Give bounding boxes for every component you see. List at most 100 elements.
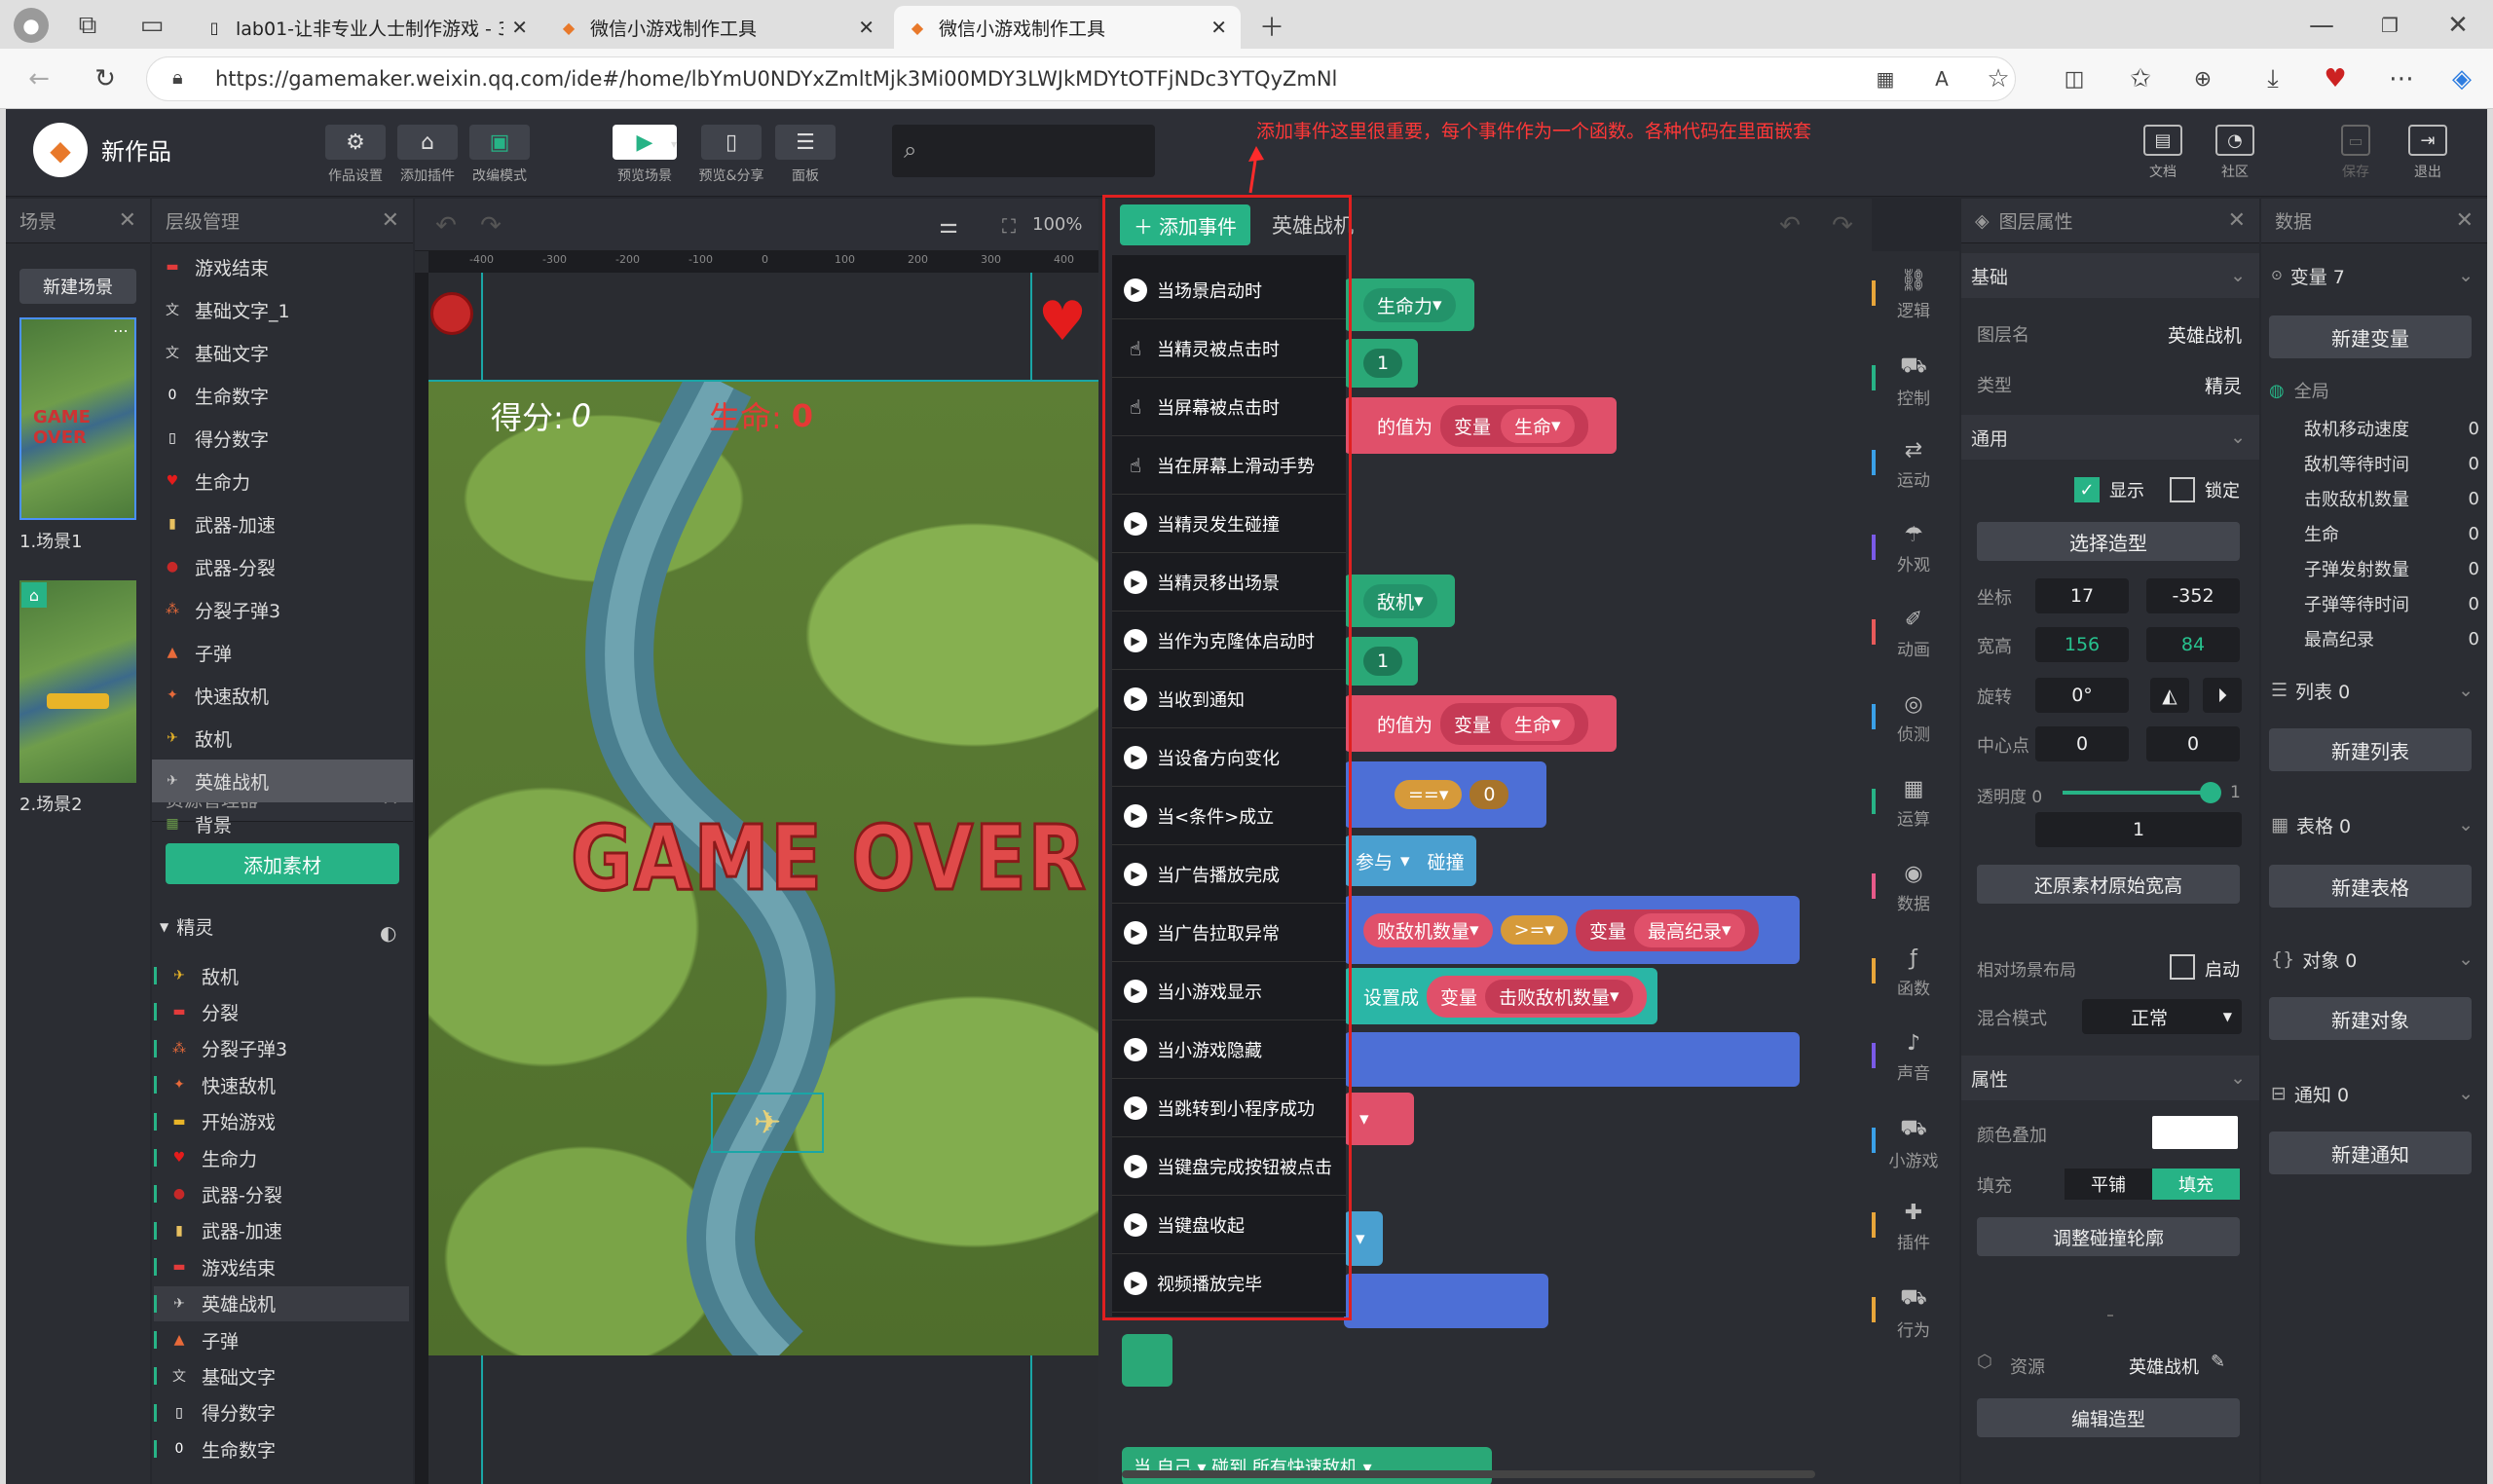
variable-row[interactable]: 敌机等待时间 0 [2304, 446, 2479, 481]
hierarchy-item[interactable]: ✈ 敌机 [160, 717, 232, 760]
flip-horizontal-icon[interactable]: ◭ [2150, 678, 2189, 713]
edit-pencil-icon[interactable]: ✎ [2211, 1352, 2225, 1372]
category-2[interactable]: ⇄ 运动 [1872, 438, 1955, 491]
new-table-button[interactable]: 新建表格 [2269, 865, 2472, 908]
adjust-icon[interactable]: ⚌ [931, 208, 966, 243]
redo-icon[interactable]: ↷ [1825, 208, 1860, 243]
more-icon[interactable]: ⋯ [2384, 62, 2419, 95]
window-close-icon[interactable]: ✕ [2438, 8, 2477, 43]
life-dropdown[interactable]: 生命 ▾ [1501, 408, 1575, 443]
block-collision[interactable]: 参与 ▾ 碰撞 [1344, 835, 1476, 886]
category-5[interactable]: ◎ 侦测 [1872, 692, 1955, 745]
hierarchy-item[interactable]: ♥ 生命力 [160, 460, 250, 502]
variable-row[interactable]: 最高纪录 0 [2304, 621, 2479, 656]
community-button[interactable]: ◔ 社区 [2203, 125, 2267, 181]
asset-item[interactable]: ✈ 英雄战机 [154, 1285, 409, 1321]
lock-checkbox[interactable] [2170, 477, 2195, 502]
event-menu-item[interactable]: ☝ 当在屏幕上滑动手势 [1112, 436, 1346, 495]
category-9[interactable]: ♪ 声音 [1872, 1031, 1955, 1084]
category-11[interactable]: ✚ 插件 [1872, 1201, 1955, 1253]
collision-outline-button[interactable]: 调整碰撞轮廓 [1977, 1217, 2240, 1256]
block-number-1[interactable]: 1 [1344, 339, 1418, 388]
event-menu-item[interactable]: ▶ 视频播放完毕 [1112, 1254, 1346, 1313]
block-empty-2[interactable] [1344, 1274, 1548, 1328]
fill-toggle[interactable]: 填充 [2152, 1169, 2240, 1200]
asset-item[interactable]: ▮ 武器-加速 [154, 1213, 409, 1248]
var-kill-count[interactable]: 败敌机数量 ▾ [1363, 912, 1493, 947]
hierarchy-item[interactable]: ✈ 英雄战机 [152, 760, 413, 802]
tab-gamemaker-1[interactable]: ◆ 微信小游戏制作工具 ✕ [545, 6, 888, 49]
collections-icon[interactable]: ⊕ [2185, 62, 2220, 95]
number-value[interactable]: 0 [1470, 780, 1509, 809]
favorites-icon[interactable]: ✩ [2123, 62, 2158, 95]
block-number-2[interactable]: 1 [1344, 637, 1418, 686]
block-if-gte[interactable]: 败敌机数量 ▾ >= ▾ 变量 最高纪录 ▾ [1344, 896, 1800, 964]
sprite-group-header[interactable]: ▼ 精灵 [160, 913, 213, 940]
flip-vertical-icon[interactable]: ⏵ [2203, 678, 2242, 713]
url-field[interactable]: 🔒︎ https://gamemaker.weixin.qq.com/ide#/… [146, 56, 2016, 101]
basic-section[interactable]: 基础 ⌄ [1961, 253, 2259, 298]
category-4[interactable]: ✐ 动画 [1872, 608, 1955, 660]
asset-item[interactable]: 0 生命数字 [154, 1431, 409, 1466]
var-kill2[interactable]: 变量 击败敌机数量 ▾ [1427, 975, 1647, 1018]
dropdown-life[interactable]: 生命力 ▾ [1363, 287, 1456, 322]
variable-row[interactable]: 子弹发射数量 0 [2304, 551, 2479, 586]
docs-button[interactable]: ▤ 文档 [2131, 125, 2195, 181]
block-when-collide-1[interactable]: 生命力 ▾ [1344, 278, 1474, 331]
tab-actions-icon[interactable]: ▭ [134, 10, 169, 41]
restore-icon[interactable]: ❐ [2370, 8, 2409, 43]
block-empty-1[interactable] [1344, 1032, 1800, 1087]
x-input[interactable]: 17 [2035, 578, 2129, 613]
save-button[interactable]: ▭ 保存 [2324, 125, 2388, 181]
close-icon[interactable]: ✕ [2228, 208, 2246, 233]
tile-toggle[interactable]: 平铺 [2065, 1169, 2152, 1200]
block-when-touch-fast-enemy[interactable]: 当 自己 ▾ 碰到 所有快速敌机 ▾ [1122, 1447, 1492, 1484]
number-value[interactable]: 1 [1363, 349, 1403, 378]
variable-row[interactable]: 子弹等待时间 0 [2304, 586, 2479, 621]
event-menu-item[interactable]: ▶ 当跳转到小程序成功 [1112, 1079, 1346, 1137]
asset-item[interactable]: ⁂ 分裂子弹3 [154, 1031, 409, 1066]
var-pill[interactable]: 变量 生命 ▾ [1440, 404, 1588, 447]
more-icon[interactable]: ⋯ [113, 321, 129, 340]
kill2-dropdown[interactable]: 击败敌机数量 ▾ [1485, 979, 1633, 1014]
asset-item[interactable]: ✈ 敌机 [154, 958, 409, 993]
refresh-icon[interactable]: ↻ [86, 60, 125, 97]
category-3[interactable]: ☂ 外观 [1872, 523, 1955, 575]
height-input[interactable]: 84 [2146, 627, 2240, 662]
close-icon[interactable]: ✕ [382, 208, 399, 233]
general-section[interactable]: 通用 ⌄ [1961, 415, 2259, 460]
asset-item[interactable]: ▬ 分裂 [154, 994, 409, 1029]
extension-icon[interactable]: ♥ [2318, 62, 2353, 95]
hierarchy-item[interactable]: 文 基础文字 [160, 331, 269, 374]
redo-icon[interactable]: ↷ [473, 208, 508, 243]
hierarchy-item[interactable]: ▯ 得分数字 [160, 417, 269, 460]
new-notice-button[interactable]: 新建通知 [2269, 1132, 2472, 1174]
panel-button[interactable]: ☰ 面板 [773, 125, 837, 185]
close-icon[interactable]: ✕ [2456, 208, 2474, 233]
new-variable-button[interactable]: 新建变量 [2269, 315, 2472, 358]
event-menu-item[interactable]: ▶ 当场景启动时 [1112, 261, 1346, 319]
category-7[interactable]: ◉ 数据 [1872, 862, 1955, 914]
event-menu-item[interactable]: ▶ 当广告播放完成 [1112, 845, 1346, 904]
search-input[interactable]: ⌕ [892, 125, 1155, 177]
new-scene-button[interactable]: 新建场景 [19, 269, 136, 304]
var-pill[interactable]: 变量 生命 ▾ [1440, 702, 1588, 745]
hierarchy-item[interactable]: 0 生命数字 [160, 374, 269, 417]
horizontal-scrollbar[interactable] [1122, 1470, 1815, 1478]
width-input[interactable]: 156 [2035, 627, 2129, 662]
zoom-level[interactable]: 100% [1032, 214, 1082, 235]
opacity-input[interactable]: 1 [2035, 812, 2242, 847]
rotation-input[interactable]: 0° [2035, 678, 2129, 713]
notice-section[interactable]: ⊟ 通知 0 ⌄ [2261, 1071, 2487, 1116]
variable-row[interactable]: 生命 0 [2304, 516, 2479, 551]
workspaces-icon[interactable]: ⧉ [70, 10, 105, 41]
dropdown-enemy[interactable]: 敌机 ▾ [1363, 583, 1437, 618]
y-input[interactable]: -352 [2146, 578, 2240, 613]
asset-item[interactable]: ✦ 快速敌机 [154, 1067, 409, 1102]
add-plugin-button[interactable]: ⌂ 添加插件 [395, 125, 460, 185]
copilot-icon[interactable]: ◈ [2442, 60, 2481, 97]
minimize-icon[interactable]: — [2302, 8, 2341, 43]
block-set-var-1[interactable]: 的值为 变量 生命 ▾ [1344, 397, 1617, 454]
event-menu-item[interactable]: ▶ 当小游戏隐藏 [1112, 1020, 1346, 1079]
read-aloud-icon[interactable]: A [1924, 62, 1959, 95]
